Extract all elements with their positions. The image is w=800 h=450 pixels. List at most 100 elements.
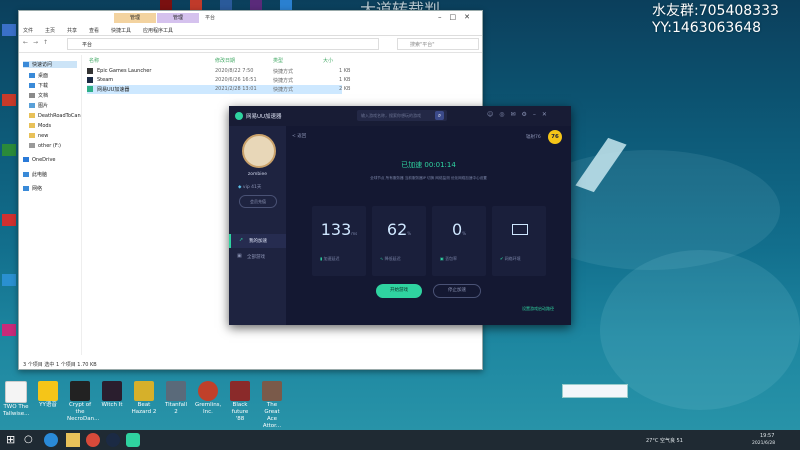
rocket-icon: ➚ xyxy=(239,237,244,243)
ribbon-tab-app-tools[interactable]: 应用程序工具 xyxy=(143,27,173,34)
cloud-icon xyxy=(23,157,29,162)
nav-all-games[interactable]: ▣ 全部游戏 xyxy=(229,250,286,264)
ribbon-tab-file[interactable]: 文件 xyxy=(23,27,33,34)
chrome-icon[interactable] xyxy=(86,433,100,447)
latency-label: ▮ 加速延迟 xyxy=(320,256,340,261)
context-tab-manage-2[interactable]: 管理 xyxy=(157,13,199,23)
clock-date[interactable]: 2021/6/28 xyxy=(752,441,775,446)
file-row[interactable]: Epic Games Launcher 2020/8/22 7:50 快捷方式 … xyxy=(87,67,350,76)
nav-folder-deathroad[interactable]: DeathRoadToCan xyxy=(29,113,81,119)
trend-icon: ∿ xyxy=(380,256,384,261)
app-titlebar: 网易UU加速器 输入游戏名称，搜索你想玩的游戏 ⌕ ☺◎✉⚙–✕ xyxy=(229,106,571,127)
column-header-modified[interactable]: 修改日期 xyxy=(215,57,235,64)
desktop-icon-great-ace[interactable]: The Great Ace Attor... xyxy=(259,381,285,430)
nav-arrows[interactable]: ←→↑ xyxy=(23,39,53,46)
ribbon-tab-share[interactable]: 共享 xyxy=(67,27,77,34)
avatar[interactable] xyxy=(242,134,276,168)
stat-card-latency: 133ms ▮ 加速延迟 xyxy=(312,206,366,276)
taskbar: ⊞ ○ 27°C 空气良 51 19:57 2021/6/28 xyxy=(0,430,800,450)
nav-documents[interactable]: 文档 xyxy=(29,92,48,99)
file-row-selected[interactable]: 网易UU加速器 2021/2/28 13:01 快捷方式 2 KB xyxy=(87,85,350,94)
desktop-icon-yy[interactable]: YY语音 xyxy=(35,381,61,409)
desktop-icon-beat-hazard[interactable]: Beat Hazard 2 xyxy=(131,381,157,416)
search-icon[interactable]: ○ xyxy=(24,433,38,447)
member-center-button[interactable]: 会员充值 xyxy=(239,195,277,208)
ribbon-tabs: 文件 主页 共享 查看 快捷工具 应用程序工具 xyxy=(19,25,482,36)
route-info: 全球节点 所有服务器 当前服务器IP 切换 网络监测 优化网络加速中心设置 xyxy=(370,176,487,180)
game-badge: 76 xyxy=(548,130,562,144)
nav-quick-access[interactable]: 快速访问 xyxy=(23,61,77,68)
uu-accelerator-window: 网易UU加速器 输入游戏名称，搜索你想玩的游戏 ⌕ ☺◎✉⚙–✕ zombiee… xyxy=(229,106,571,325)
floating-toolbar[interactable] xyxy=(562,384,628,398)
download-icon xyxy=(29,83,35,88)
steam-icon xyxy=(87,77,93,83)
nav-pictures[interactable]: 图片 xyxy=(29,102,48,109)
weather-text: 27°C 空气良 51 xyxy=(646,438,683,444)
reduction-label: ∿ 降低延迟 xyxy=(380,256,401,261)
accelerated-timer: 已加速 00:01:14 xyxy=(401,161,456,169)
nav-drive-other[interactable]: other (F:) xyxy=(29,143,61,149)
stop-accel-button[interactable]: 停止加速 xyxy=(433,284,481,298)
picture-icon xyxy=(29,103,35,108)
column-header-name[interactable]: 名称 xyxy=(89,57,99,64)
uu-taskbar-icon[interactable] xyxy=(126,433,140,447)
drive-icon xyxy=(29,143,35,148)
desktop-icon-witch-it[interactable]: Witch It xyxy=(99,381,125,409)
column-header-size[interactable]: 大小 xyxy=(323,57,333,64)
nav-downloads[interactable]: 下载 xyxy=(29,82,48,89)
nav-this-pc[interactable]: 此电脑 xyxy=(23,171,47,178)
context-tab-manage-1[interactable]: 管理 xyxy=(114,13,156,23)
desktop-icon-gremlins[interactable]: Gremlins, Inc. xyxy=(195,381,221,416)
monitor-icon xyxy=(512,224,528,235)
steam-taskbar-icon[interactable] xyxy=(106,433,120,447)
diamond-icon: ◆ xyxy=(238,185,242,190)
window-controls[interactable]: –□✕ xyxy=(438,13,478,21)
nav-desktop[interactable]: 桌面 xyxy=(29,72,48,79)
stat-card-network: ✔ 网络环境 xyxy=(492,206,546,276)
desktop-icon-crypt[interactable]: Crypt of the NecroDan... xyxy=(67,381,99,423)
ribbon-tab-shortcut-tools[interactable]: 快捷工具 xyxy=(111,27,131,34)
status-bar: 3 个项目 选中 1 个项目 1.70 KB xyxy=(23,362,97,368)
window-title: 平台 xyxy=(205,15,216,21)
start-game-button[interactable]: 开始游戏 xyxy=(376,284,422,298)
windows-start-icon[interactable]: ⊞ xyxy=(6,433,20,447)
desktop-icon-two[interactable]: TWO The Tallwise... xyxy=(3,381,29,418)
nav-my-accel[interactable]: ➚ 我的加速 xyxy=(229,234,288,248)
desktop-icon-titanfall[interactable]: Titanfall 2 xyxy=(163,381,189,416)
folder-icon xyxy=(29,123,35,128)
gamepad-icon: ▣ xyxy=(237,253,242,259)
search-input[interactable]: 搜索"平台" xyxy=(397,38,479,50)
stat-card-packet-loss: 0% ▣ 丢包率 xyxy=(432,206,486,276)
signal-icon: ▮ xyxy=(320,256,323,261)
desktop-icon xyxy=(29,73,35,78)
nav-folder-mods[interactable]: Mods xyxy=(29,123,51,129)
folder-icon xyxy=(29,133,35,138)
nav-folder-new[interactable]: new xyxy=(29,133,48,139)
desktop-wallpaper-light xyxy=(600,250,800,410)
feedback-link[interactable]: 设置游戏启动路径 xyxy=(522,306,554,312)
column-header-type[interactable]: 类型 xyxy=(273,57,283,64)
edge-icon[interactable] xyxy=(44,433,58,447)
document-icon xyxy=(29,93,35,98)
search-icon[interactable]: ⌕ xyxy=(435,111,444,120)
explorer-titlebar: 管理 管理 平台 –□✕ xyxy=(19,11,482,25)
back-link[interactable]: < 返回 xyxy=(292,133,306,139)
ribbon-tab-home[interactable]: 主页 xyxy=(45,27,55,34)
check-icon: ✔ xyxy=(500,256,504,261)
uu-logo-icon xyxy=(235,112,243,120)
address-input[interactable]: 平台 xyxy=(67,38,379,50)
game-search-input[interactable]: 输入游戏名称，搜索你想玩的游戏 xyxy=(357,110,447,121)
ribbon-tab-view[interactable]: 查看 xyxy=(89,27,99,34)
nav-onedrive[interactable]: OneDrive xyxy=(23,157,56,163)
nav-network[interactable]: 网络 xyxy=(23,185,42,192)
clock-time[interactable]: 19:57 xyxy=(760,433,774,439)
game-name: 辐射76 xyxy=(526,135,541,140)
latency-value: 133ms xyxy=(320,220,358,239)
file-explorer-icon[interactable] xyxy=(66,433,80,447)
packet-loss-value: 0% xyxy=(452,220,466,239)
file-row[interactable]: Steam 2020/6/26 16:51 快捷方式 1 KB xyxy=(87,76,350,85)
app-toolbar-icons[interactable]: ☺◎✉⚙–✕ xyxy=(487,111,553,118)
desktop-icon-black-future[interactable]: Black future '88 xyxy=(227,381,253,423)
uu-icon xyxy=(87,86,93,92)
desktop-top-icons xyxy=(100,0,350,10)
